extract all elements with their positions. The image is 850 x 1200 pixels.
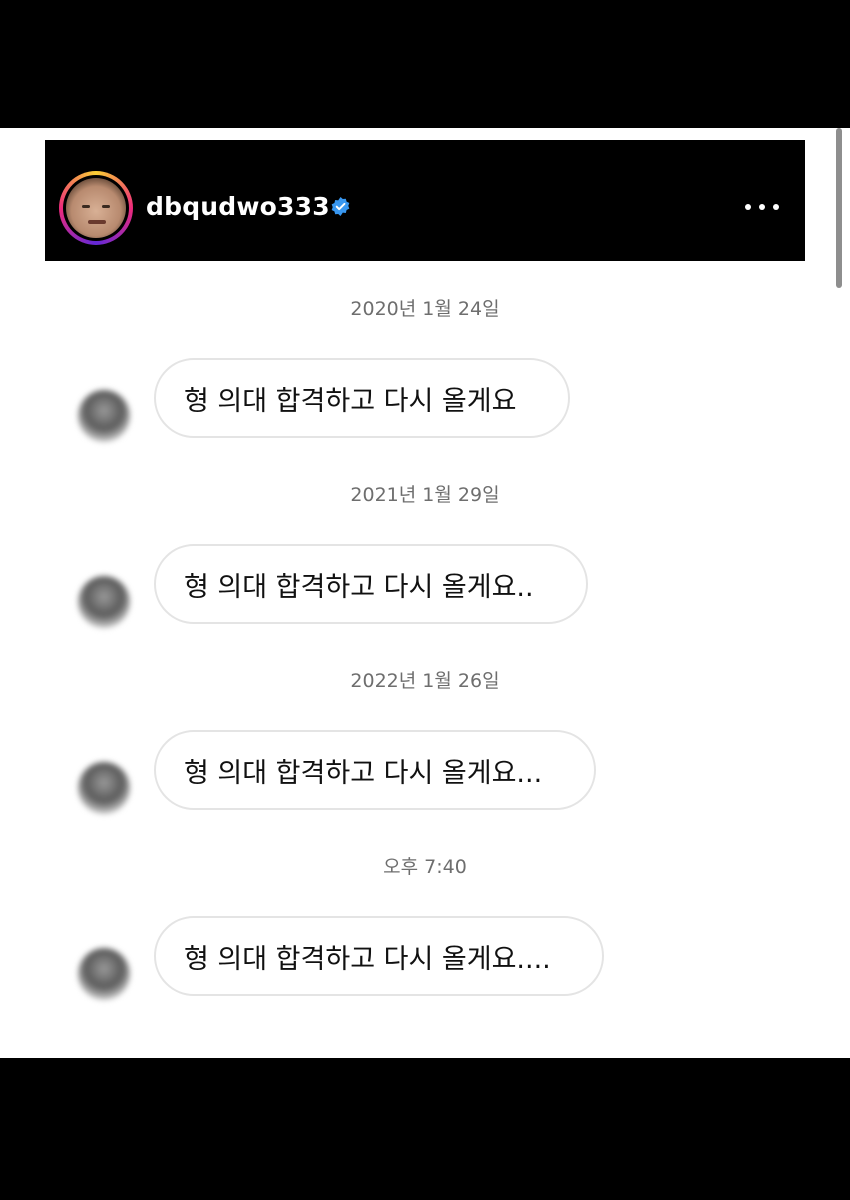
message-bubble[interactable]: 형 의대 합격하고 다시 올게요 bbox=[154, 358, 570, 438]
sender-avatar[interactable] bbox=[78, 576, 130, 628]
sender-avatar[interactable] bbox=[78, 948, 130, 1000]
date-separator: 오후 7:40 bbox=[383, 856, 467, 878]
dot bbox=[773, 204, 779, 210]
message-bubble[interactable]: 형 의대 합격하고 다시 올게요.... bbox=[154, 916, 604, 996]
sender-avatar[interactable] bbox=[78, 762, 130, 814]
sender-avatar[interactable] bbox=[78, 390, 130, 442]
avatar-image bbox=[63, 175, 129, 241]
more-options-icon[interactable] bbox=[745, 192, 779, 222]
message-bubble[interactable]: 형 의대 합격하고 다시 올게요.. bbox=[154, 544, 588, 624]
chat-header: dbqudwo333 bbox=[45, 140, 805, 261]
dot bbox=[745, 204, 751, 210]
dot bbox=[759, 204, 765, 210]
avatar-face bbox=[66, 178, 126, 238]
date-separator: 2020년 1월 24일 bbox=[350, 298, 500, 320]
avatar-eye bbox=[102, 205, 110, 208]
message-bubble[interactable]: 형 의대 합격하고 다시 올게요... bbox=[154, 730, 596, 810]
verified-badge-icon bbox=[331, 197, 350, 216]
username[interactable]: dbqudwo333 bbox=[146, 192, 330, 221]
avatar-mouth bbox=[88, 220, 106, 224]
date-separator: 2022년 1월 26일 bbox=[350, 670, 500, 692]
date-separator: 2021년 1월 29일 bbox=[350, 484, 500, 506]
dm-thread-screen: dbqudwo333 2020년 1월 24일 형 의대 합격하고 다시 올게요… bbox=[0, 128, 850, 1058]
avatar-eye bbox=[82, 205, 90, 208]
profile-avatar[interactable] bbox=[59, 171, 133, 245]
scrollbar[interactable] bbox=[836, 128, 842, 288]
